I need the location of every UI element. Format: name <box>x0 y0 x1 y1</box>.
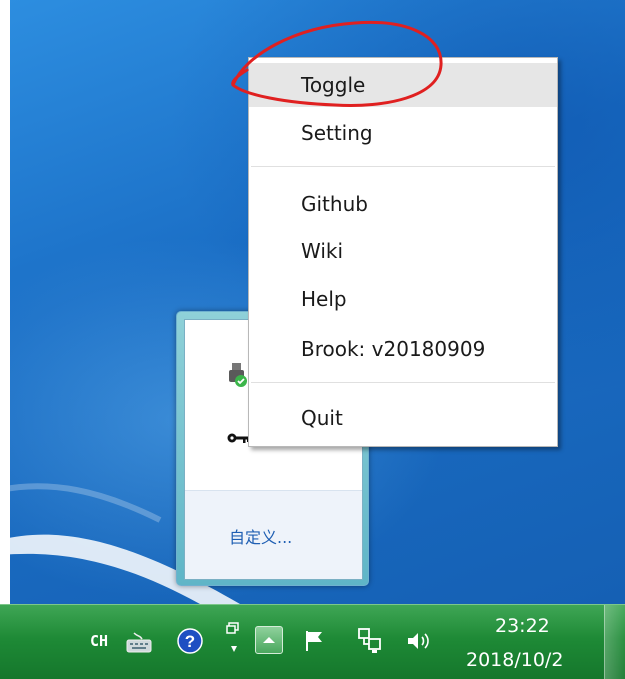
menu-item-github[interactable]: Github <box>249 182 557 226</box>
clock-date[interactable]: 2018/10/2 <box>466 649 563 671</box>
tray-footer: 自定义... <box>185 490 362 579</box>
clock-time[interactable]: 23:22 <box>495 615 550 637</box>
menu-item-wiki[interactable]: Wiki <box>249 229 557 273</box>
help-icon[interactable]: ? <box>177 628 203 654</box>
menu-item-label: Wiki <box>301 239 344 263</box>
language-indicator[interactable]: CH <box>90 632 108 650</box>
menu-item-setting[interactable]: Setting <box>249 111 557 155</box>
menu-item-label: Setting <box>301 121 373 145</box>
menu-item-toggle[interactable]: Toggle <box>249 63 557 107</box>
taskbar: CH ? 23:22 2018/10/2 <box>0 604 625 679</box>
menu-item-label: Toggle <box>301 73 366 97</box>
chevron-up-icon <box>263 637 275 643</box>
flag-icon[interactable] <box>303 629 325 653</box>
pen-icon[interactable] <box>226 620 242 660</box>
menu-item-label: Brook: v20180909 <box>301 337 486 361</box>
keyboard-icon[interactable] <box>126 631 152 653</box>
show-desktop-button[interactable] <box>604 605 625 679</box>
menu-item-quit[interactable]: Quit <box>249 396 557 440</box>
menu-item-version[interactable]: Brook: v20180909 <box>249 327 557 371</box>
brook-tray-icon[interactable] <box>227 362 249 388</box>
menu-item-label: Github <box>301 192 368 216</box>
volume-icon[interactable] <box>406 630 432 652</box>
menu-item-label: Quit <box>301 406 343 430</box>
customize-link[interactable]: 自定义... <box>229 524 292 548</box>
menu-item-label: Help <box>301 287 347 311</box>
menu-item-help[interactable]: Help <box>249 277 557 321</box>
menu-separator <box>251 382 555 383</box>
network-icon[interactable] <box>357 627 383 655</box>
svg-text:?: ? <box>185 632 195 651</box>
tray-context-menu: Toggle Setting Github Wiki Help Brook: v… <box>248 57 558 447</box>
menu-separator <box>251 166 555 167</box>
show-hidden-icons-button[interactable] <box>255 626 283 654</box>
